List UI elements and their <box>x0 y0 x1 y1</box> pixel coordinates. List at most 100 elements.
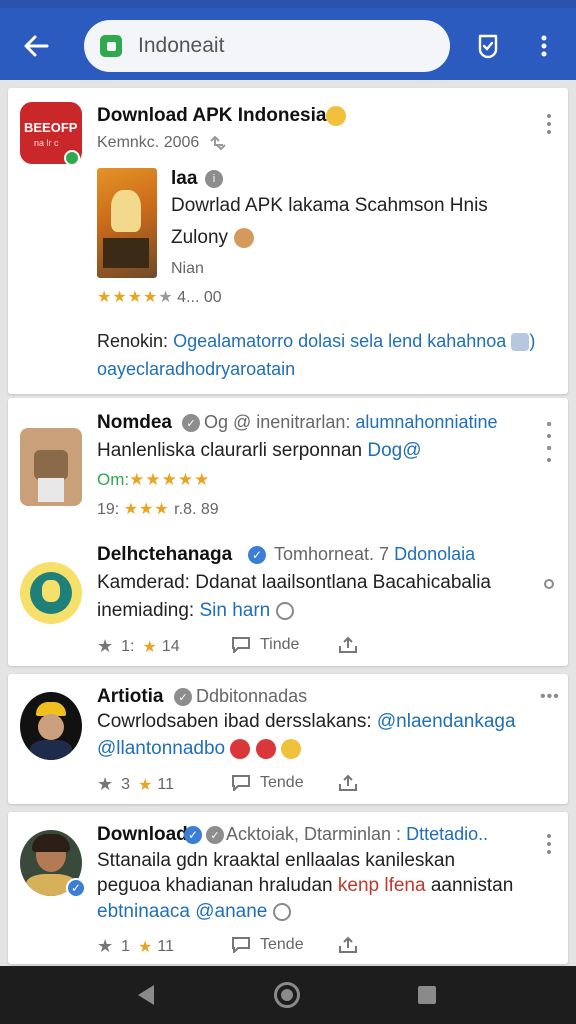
mention-link[interactable]: @llantonnadbo <box>97 738 225 759</box>
retweet-icon[interactable]: ★ <box>97 636 113 657</box>
emoji-icon <box>234 228 254 248</box>
emoji-icon <box>326 106 346 126</box>
post-options-icon[interactable] <box>542 114 556 134</box>
share-icon[interactable] <box>338 774 358 792</box>
post-body-line2: peguoa khadianan hraludan kenp lfena aan… <box>97 875 514 896</box>
post-author[interactable]: Delhctehanaga <box>97 544 232 566</box>
repost-icon <box>210 135 226 151</box>
app-name[interactable]: laa <box>171 168 197 190</box>
post-actions: ★ 1 ★ 11 <box>97 936 174 957</box>
retweet-icon[interactable]: ★ <box>97 774 113 795</box>
back-arrow-icon <box>24 35 49 57</box>
rating-text: r.8. 89 <box>174 501 219 518</box>
system-nav-bar <box>0 966 576 1024</box>
smile-icon <box>275 601 294 620</box>
avatar[interactable] <box>20 562 82 624</box>
options-dot-icon[interactable] <box>544 579 554 589</box>
star-icon: ★★★★ <box>97 289 159 306</box>
more-vert-icon <box>541 35 547 57</box>
verified-icon: ✓ <box>248 546 266 564</box>
verified-dot <box>64 150 80 166</box>
mention-link[interactable]: alumnahonniatine <box>355 412 497 432</box>
app-description-line2: Zulony <box>171 227 229 248</box>
comment-action[interactable]: Tende <box>232 936 304 954</box>
verified-icon: ✓ <box>184 826 202 844</box>
post-author[interactable]: Nomdea <box>97 412 172 434</box>
comment-icon <box>232 937 250 953</box>
mention-link[interactable]: ebtninaaca @anane <box>97 901 267 922</box>
avatar-logo-text: BEEOFP <box>24 120 78 135</box>
repost-count: 1 <box>121 937 131 955</box>
post-meta: Tomhorneat. 7 Ddonolaia <box>274 544 476 564</box>
share-icon[interactable] <box>338 636 358 654</box>
like-count: 11 <box>157 775 174 793</box>
verified-icon: ✓ <box>206 826 224 844</box>
mention-link[interactable]: Ddonolaia <box>394 544 475 564</box>
retweet-icon[interactable]: ★ <box>97 936 113 957</box>
footer-link[interactable]: Ogealamatorro dolasi sela lend kahahnoa <box>173 331 506 351</box>
star-icon[interactable]: ★ <box>138 937 153 957</box>
app-icon <box>100 35 122 57</box>
comment-count: Tinde <box>260 636 300 653</box>
comment-icon <box>232 637 250 653</box>
post-card[interactable]: BEEOFP na lr c Download APK Indonesia Ke… <box>8 88 568 394</box>
post-author[interactable]: Download <box>97 824 188 846</box>
post-options-icon[interactable] <box>542 834 556 854</box>
avatar[interactable] <box>20 692 82 760</box>
post-body-line2: inemiading: Sin harn <box>97 600 294 622</box>
shield-button[interactable] <box>470 28 506 64</box>
smile-icon <box>272 902 291 921</box>
rating-text: 4... 00 <box>177 289 222 306</box>
star-icon: ★ <box>158 289 173 306</box>
nav-recent-icon[interactable] <box>418 986 436 1004</box>
app-thumbnail[interactable] <box>97 168 157 278</box>
info-icon: i <box>205 170 223 188</box>
nav-home-icon[interactable] <box>274 982 300 1008</box>
post-footer-line1: Renokin: Ogealamatorro dolasi sela lend … <box>97 331 536 352</box>
post-author[interactable]: Artiotia <box>97 686 164 708</box>
search-field[interactable]: Indoneait <box>84 20 450 72</box>
comment-icon <box>232 775 250 791</box>
mention-link[interactable]: @nlaendankaga <box>377 711 516 732</box>
post-options-icon[interactable] <box>542 422 556 462</box>
comment-action[interactable]: Tende <box>232 774 304 792</box>
heart-icon <box>255 738 276 759</box>
app-description-line1: Dowrlad APK lakama Scahmson Hnis <box>171 195 488 216</box>
post-body: Hanlenliska claurarli serponnan Dog@ <box>97 440 422 461</box>
verified-icon: ✓ <box>174 688 192 706</box>
mention-link[interactable]: Dog@ <box>367 440 421 461</box>
share-icon[interactable] <box>338 936 358 954</box>
top-app-bar: Indoneait <box>0 0 576 80</box>
post-body-line3: ebtninaaca @anane <box>97 901 291 923</box>
footer-prefix: Renokin: <box>97 331 169 351</box>
nav-back-icon[interactable] <box>136 984 156 1006</box>
status-bar <box>0 0 576 8</box>
post-body: Kamderad: Ddanat laailsontlana Bacahicab… <box>97 572 491 593</box>
search-query[interactable]: Indoneait <box>138 34 224 58</box>
post-card[interactable]: ✓ Download ✓ ✓ Acktoiak, Dtarminlan : Dt… <box>8 812 568 964</box>
heart-icon <box>230 738 251 759</box>
mention-link[interactable]: Sin harn <box>199 600 270 621</box>
post-body-line2: @llantonnadbo <box>97 738 301 760</box>
post-body: Sttanaila gdn kraaktal enllaalas kaniles… <box>97 850 456 871</box>
like-count: 14 <box>161 637 180 655</box>
emoji-icon <box>511 333 530 352</box>
comment-action[interactable]: Tinde <box>232 636 299 654</box>
post-options-icon[interactable]: ••• <box>540 688 560 706</box>
highlight-text: kenp lfena <box>337 875 426 896</box>
post-card[interactable]: Artiotia ✓ Ddbitonnadas ••• Cowrlodsaben… <box>8 674 568 804</box>
star-icon[interactable]: ★ <box>138 775 153 795</box>
shield-check-icon <box>478 34 498 59</box>
avatar[interactable] <box>20 428 82 506</box>
back-button[interactable] <box>14 26 58 66</box>
post-footer-line2[interactable]: oayeclaradhodryaroatain <box>97 359 295 380</box>
rating-row: Om:★★★★★ <box>97 470 211 489</box>
laugh-emoji-icon <box>280 738 301 759</box>
star-icon[interactable]: ★ <box>142 637 157 657</box>
overflow-menu-button[interactable] <box>528 28 560 64</box>
like-count: 11 <box>157 937 174 955</box>
post-card[interactable]: Nomdea ✓ Og @ inenitrarlan: alumnahonnia… <box>8 398 568 666</box>
mention-link[interactable]: Dttetadio.. <box>406 824 488 844</box>
post-author[interactable]: Download APK Indonesia <box>97 105 326 127</box>
star-icon: ★★★ <box>123 501 170 518</box>
